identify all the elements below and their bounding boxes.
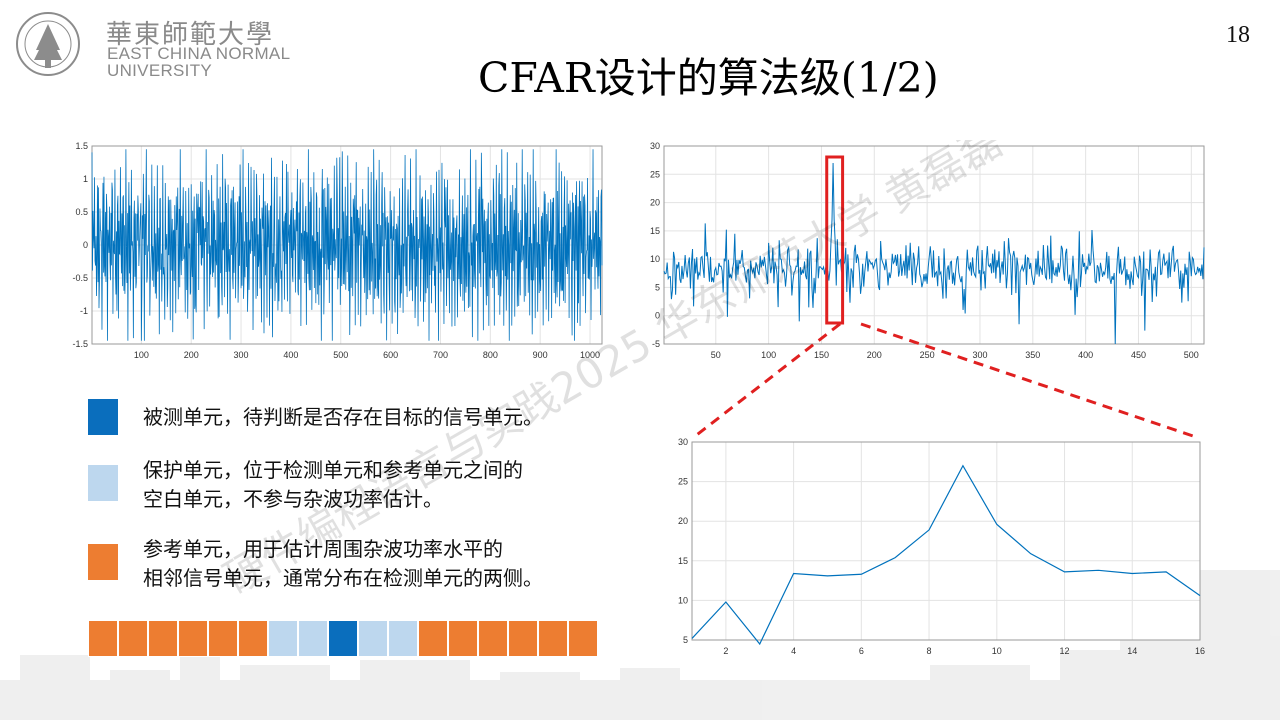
x-tick-label: 100 — [134, 350, 149, 360]
plot-area — [692, 442, 1200, 640]
y-tick-label: -1 — [80, 306, 88, 316]
y-tick-label: 15 — [678, 556, 688, 566]
x-tick-label: 8 — [927, 646, 932, 656]
cell-reference — [178, 620, 208, 657]
y-tick-label: 1.5 — [75, 141, 88, 151]
zoom-plot: 2 4 6 8 10 12 14 16 5 10 15 20 25 30 — [678, 437, 1205, 656]
logo-seal-icon — [16, 12, 80, 76]
y-tick-label: -1.5 — [72, 339, 88, 349]
x-tick-label: 200 — [867, 350, 882, 360]
x-tick-label: 350 — [1025, 350, 1040, 360]
x-tick-label: 600 — [383, 350, 398, 360]
cell-reference — [418, 620, 448, 657]
x-tick-label: 2 — [723, 646, 728, 656]
x-tick-label: 100 — [761, 350, 776, 360]
legend-text-reference-line-2: 相邻信号单元，通常分布在检测单元的两侧。 — [143, 566, 543, 590]
y-tick-label: 1 — [83, 174, 88, 184]
cell-guard — [268, 620, 298, 657]
x-tick-label: 450 — [1131, 350, 1146, 360]
cell-reference — [208, 620, 238, 657]
cell-reference — [478, 620, 508, 657]
y-tick-label: -0.5 — [72, 273, 88, 283]
cell-reference — [238, 620, 268, 657]
cell-guard — [298, 620, 328, 657]
x-tick-label: 12 — [1060, 646, 1070, 656]
y-tick-label: 25 — [678, 477, 688, 487]
cell-cut — [328, 620, 358, 657]
x-tick-label: 800 — [483, 350, 498, 360]
cell-reference — [118, 620, 148, 657]
legend-text-guard-line-1: 保护单元，位于检测单元和参考单元之间的 — [143, 458, 523, 482]
x-tick-label: 500 — [1184, 350, 1199, 360]
y-tick-label: 10 — [678, 595, 688, 605]
y-tick-label: 25 — [650, 169, 660, 179]
x-tick-label: 10 — [992, 646, 1002, 656]
slide-title: CFAR设计的算法级(1/2) — [478, 54, 939, 102]
cell-reference — [448, 620, 478, 657]
x-tick-label: 200 — [184, 350, 199, 360]
y-tick-label: 0 — [83, 240, 88, 250]
legend-text-reference-line-1: 参考单元，用于估计周围杂波功率水平的 — [143, 537, 503, 561]
y-tick-label: 0.5 — [75, 207, 88, 217]
legend-text-cut: 被测单元，待判断是否存在目标的信号单元。 — [143, 405, 543, 429]
x-tick-label: 700 — [433, 350, 448, 360]
y-tick-label: 30 — [650, 141, 660, 151]
legend-swatch-guard — [88, 465, 118, 501]
x-tick-label: 6 — [859, 646, 864, 656]
time-signal-plot: 100 200 300 400 500 600 700 800 900 1000 -1.5 -1 -0.… — [72, 141, 603, 360]
y-tick-label: 30 — [678, 437, 688, 447]
logo-english-line-2: UNIVERSITY — [107, 61, 213, 80]
y-tick-label: 5 — [655, 282, 660, 292]
cell-guard — [358, 620, 388, 657]
x-tick-label: 4 — [791, 646, 796, 656]
university-logo: 華東師範大學 EAST CHINA NORMAL UNIVERSITY — [10, 6, 300, 80]
y-tick-label: 15 — [650, 226, 660, 236]
x-tick-label: 16 — [1195, 646, 1205, 656]
cell-reference — [88, 620, 118, 657]
x-tick-label: 500 — [333, 350, 348, 360]
x-tick-label: 300 — [234, 350, 249, 360]
slide: 華東師範大學 EAST CHINA NORMAL UNIVERSITY 18 C… — [0, 0, 1280, 720]
x-tick-label: 250 — [920, 350, 935, 360]
y-tick-label: 5 — [683, 635, 688, 645]
x-tick-label: 300 — [972, 350, 987, 360]
legend-swatch-reference — [88, 544, 118, 580]
x-tick-label: 14 — [1127, 646, 1137, 656]
cell-reference — [508, 620, 538, 657]
cell-reference — [538, 620, 568, 657]
x-tick-label: 1000 — [580, 350, 600, 360]
x-tick-label: 50 — [711, 350, 721, 360]
x-tick-label: 900 — [533, 350, 548, 360]
cell-reference — [148, 620, 178, 657]
y-tick-label: -5 — [652, 339, 660, 349]
x-tick-label: 400 — [1078, 350, 1093, 360]
cell-guard — [388, 620, 418, 657]
cfar-cell-strip — [88, 620, 598, 657]
y-tick-label: 10 — [650, 254, 660, 264]
legend-swatch-cut — [88, 399, 118, 435]
page-number: 18 — [1226, 22, 1250, 48]
cell-reference — [568, 620, 598, 657]
x-tick-label: 150 — [814, 350, 829, 360]
plot-area — [664, 146, 1204, 344]
x-tick-label: 400 — [283, 350, 298, 360]
spectrum-plot: 50 100 150 200 250 300 350 400 450 500 -5 0 5 10 15 20 2… — [650, 141, 1205, 360]
legend-text-guard-line-2: 空白单元，不参与杂波功率估计。 — [143, 487, 443, 511]
y-tick-label: 20 — [678, 516, 688, 526]
y-tick-label: 20 — [650, 198, 660, 208]
y-tick-label: 0 — [655, 311, 660, 321]
